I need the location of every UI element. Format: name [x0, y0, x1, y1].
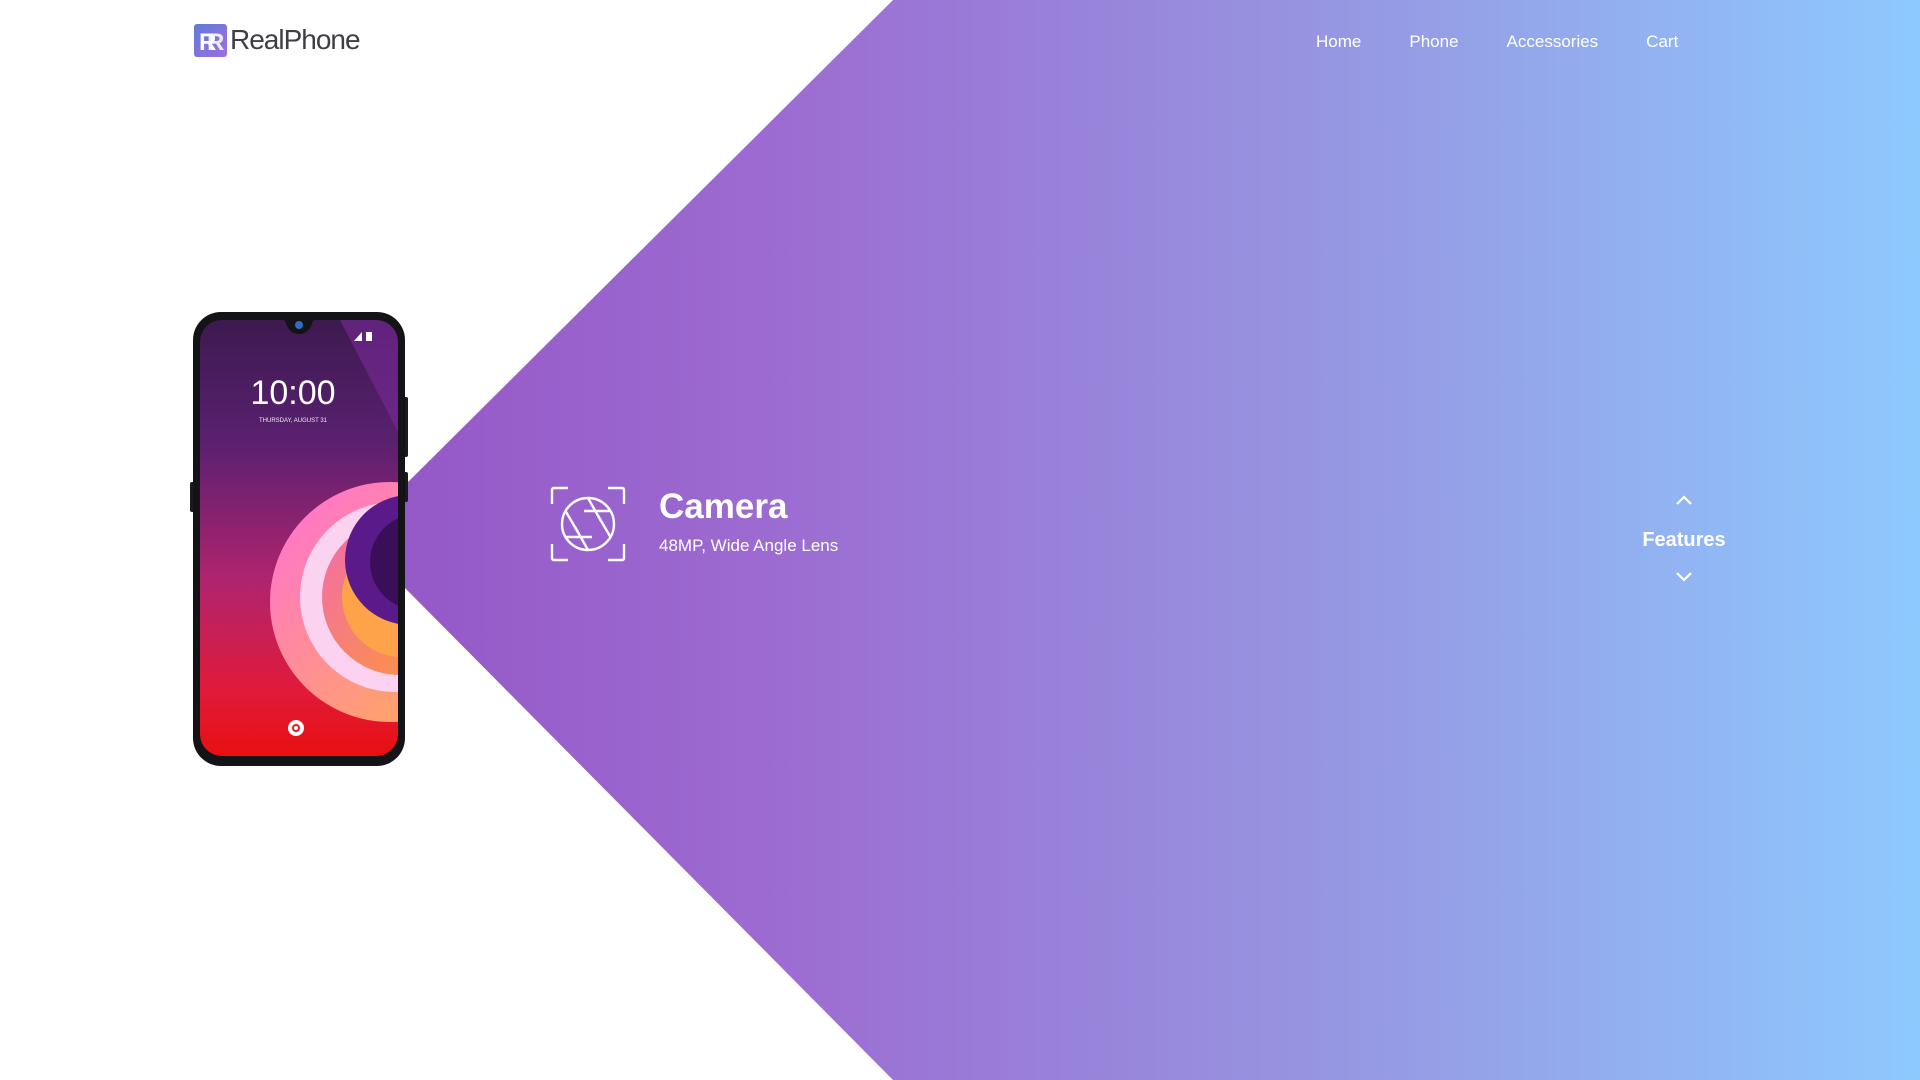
features-label: Features [1642, 529, 1726, 551]
main-nav: Home Phone Accessories Cart [1316, 31, 1678, 53]
camera-aperture-icon [550, 486, 626, 562]
chevron-up-icon[interactable] [1674, 493, 1694, 507]
feature-title: Camera [659, 487, 788, 526]
feature-subtitle: 48MP, Wide Angle Lens [659, 536, 839, 555]
nav-phone[interactable]: Phone [1409, 31, 1458, 53]
phone-lock-date: THURSDAY, AUGUST 31 [259, 418, 328, 424]
phone-lock-time: 10:00 [250, 374, 335, 412]
features-selector: Features [1634, 486, 1734, 590]
nav-home[interactable]: Home [1316, 31, 1361, 53]
nav-accessories[interactable]: Accessories [1507, 31, 1599, 53]
rp-monogram-icon: R R [194, 23, 227, 57]
phone-image: 10:00 THURSDAY, AUGUST 31 [190, 312, 408, 766]
brand-name: RealPhone [230, 24, 361, 55]
chevron-down-icon[interactable] [1674, 570, 1694, 584]
nav-cart[interactable]: Cart [1646, 31, 1678, 53]
svg-text:R: R [207, 29, 224, 56]
brand-logo[interactable]: R R RealPhone [194, 23, 361, 57]
